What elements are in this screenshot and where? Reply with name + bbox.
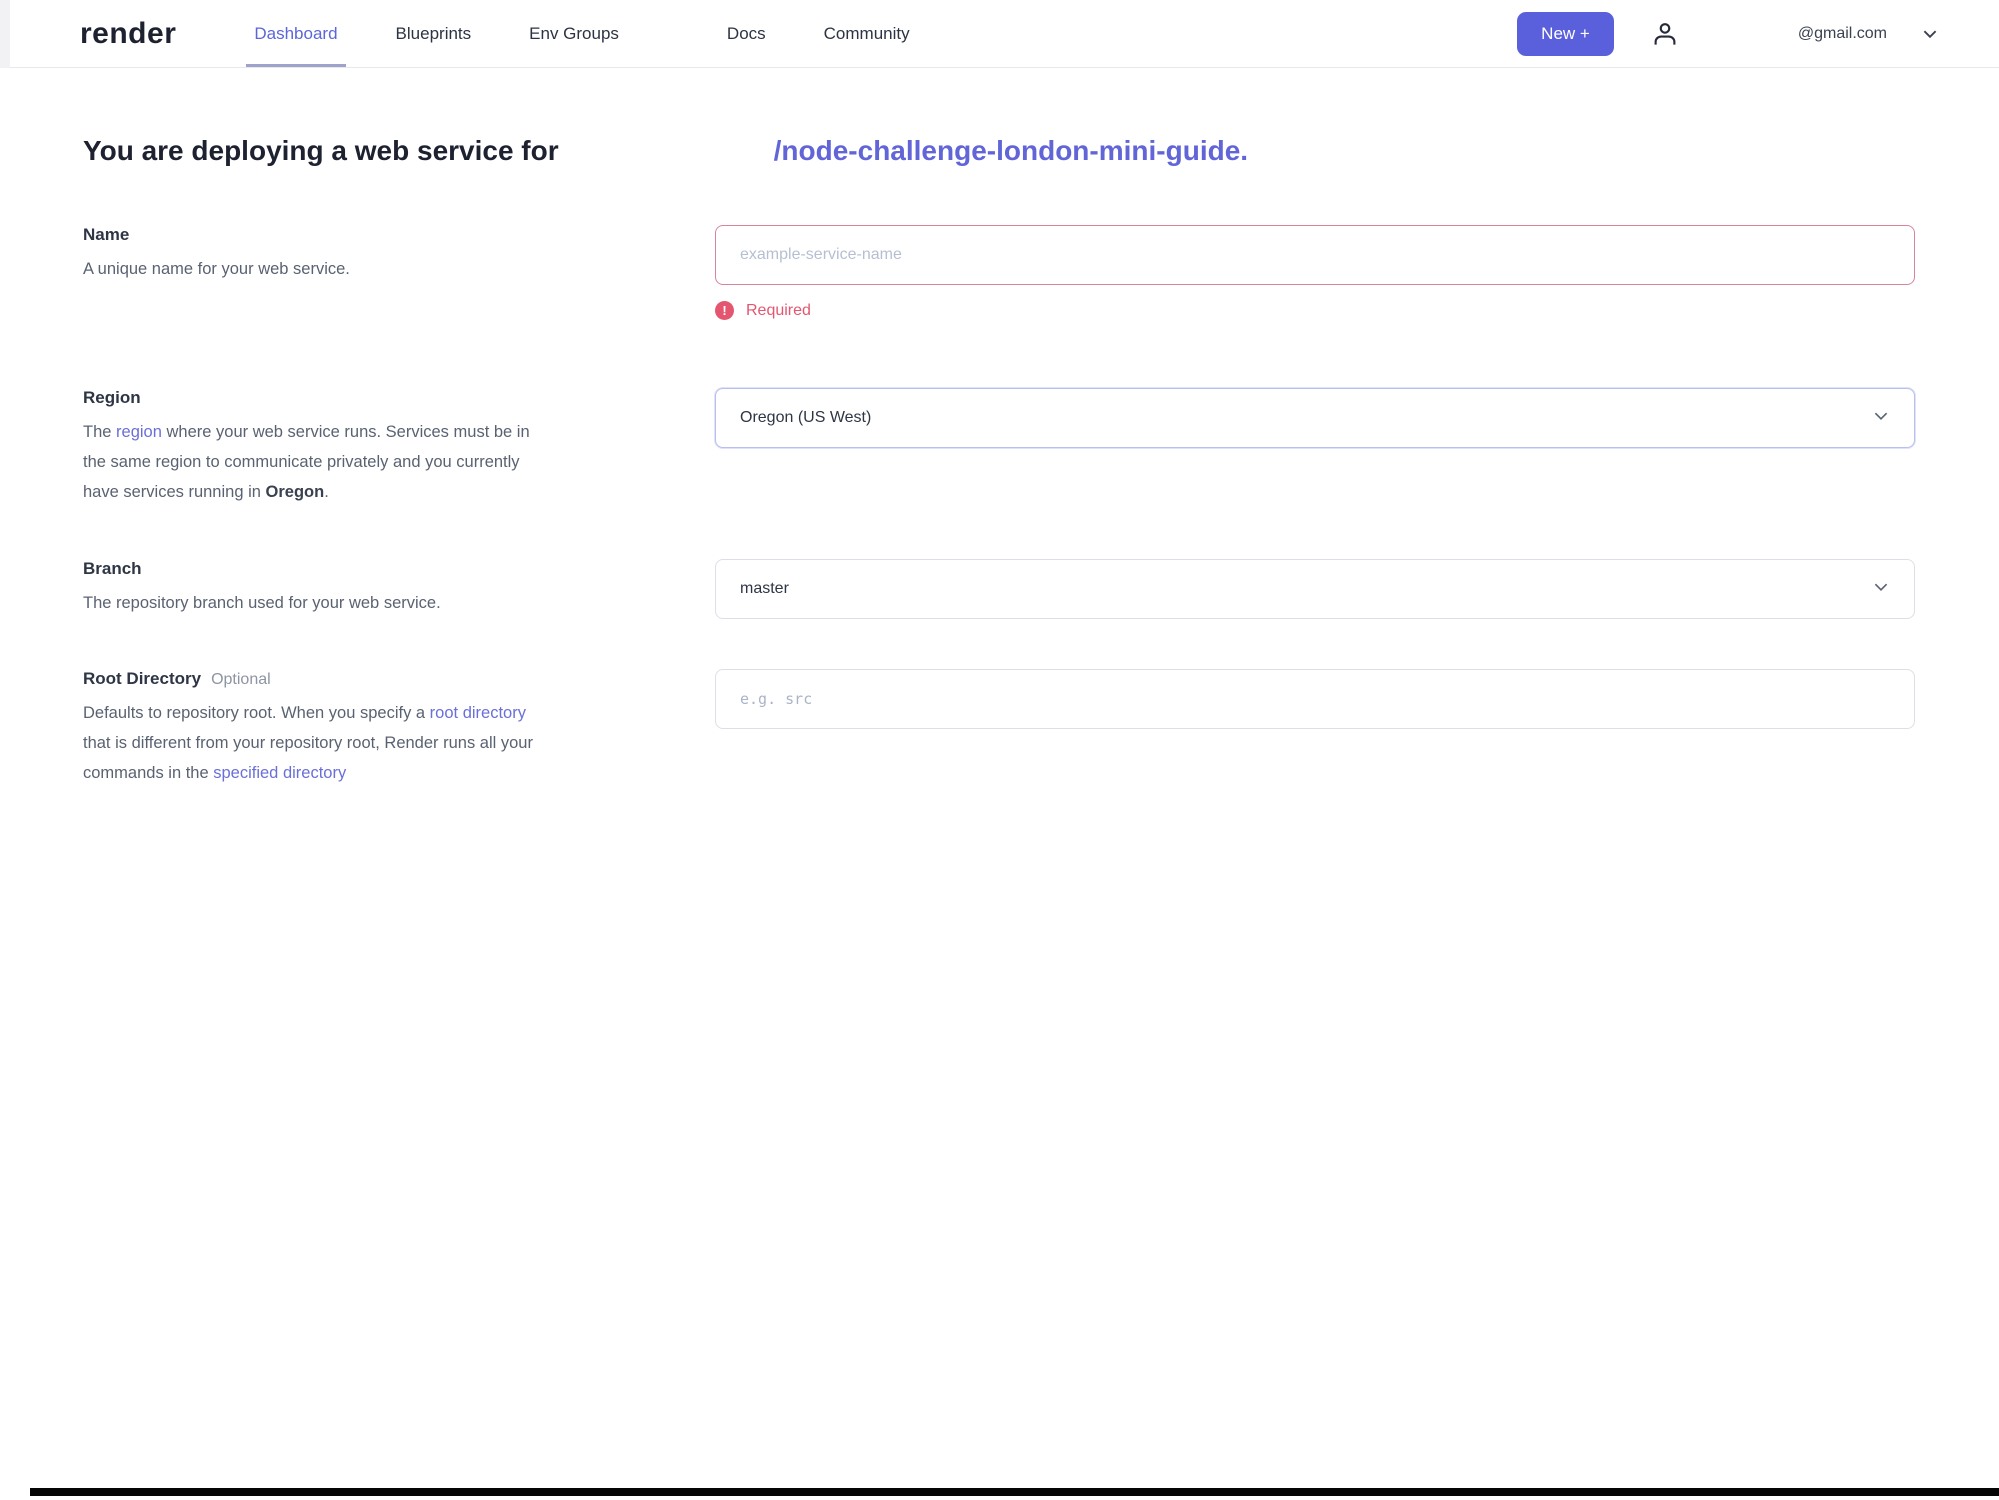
redacted-username [559, 130, 774, 160]
nav-item-label: Community [823, 23, 910, 43]
region-selected-value: Oregon (US West) [740, 409, 872, 426]
root-directory-field-column [715, 669, 1915, 788]
root-desc-text: Defaults to repository root. When you sp… [83, 704, 430, 722]
region-description: The region where your web service runs. … [83, 417, 553, 507]
branch-description: The repository branch used for your web … [83, 594, 441, 612]
user-account-icon-button[interactable] [1650, 19, 1680, 49]
region-desc-oregon: Oregon [265, 483, 325, 501]
new-button[interactable]: New + [1517, 11, 1614, 56]
branch-label-column: Branch The repository branch used for yo… [83, 559, 715, 619]
name-error-text: Required [746, 301, 811, 319]
bottom-screen-edge-bar [30, 1488, 1999, 1496]
name-error-row: ! Required [715, 301, 1915, 320]
region-desc-text: The [83, 423, 117, 441]
person-icon [1654, 22, 1676, 45]
name-label-column: Name A unique name for your web service. [83, 225, 715, 320]
form-row-region: Region The region where your web service… [83, 388, 1916, 507]
deploy-form: Name A unique name for your web service.… [83, 225, 1916, 788]
form-row-branch: Branch The repository branch used for yo… [83, 559, 1916, 619]
account-email: @gmail.com [1797, 24, 1887, 42]
region-label-column: Region The region where your web service… [83, 388, 715, 507]
branch-select[interactable]: master [715, 559, 1915, 619]
nav-item-env-groups[interactable]: Env Groups [529, 0, 619, 67]
root-directory-description: Defaults to repository root. When you sp… [83, 698, 553, 788]
account-menu[interactable]: @gmail.com [1798, 25, 1939, 43]
nav-item-label: Docs [726, 23, 766, 43]
deploy-web-service-page: You are deploying a web service for /nod… [0, 130, 1999, 788]
page-title-prefix: You are deploying a web service for [83, 135, 559, 166]
repo-name-link[interactable]: /node-challenge-london-mini-guide. [774, 135, 1248, 167]
branch-selected-value: master [740, 580, 789, 597]
root-directory-label-column: Root Directory Optional Defaults to repo… [83, 669, 715, 788]
chevron-down-icon [1872, 578, 1890, 601]
main-nav: Dashboard Blueprints Env Groups Docs Com… [246, 0, 967, 67]
branch-label: Branch [83, 559, 142, 578]
top-navigation-bar: render Dashboard Blueprints Env Groups D… [0, 0, 1999, 68]
nav-item-docs[interactable]: Docs [727, 0, 766, 67]
service-name-input[interactable] [715, 225, 1915, 285]
region-select[interactable]: Oregon (US West) [715, 388, 1915, 448]
page-title: You are deploying a web service for /nod… [83, 130, 1916, 167]
name-field-column: ! Required [715, 225, 1915, 320]
nav-item-blueprints[interactable]: Blueprints [396, 0, 472, 67]
region-field-column: Oregon (US West) [715, 388, 1915, 507]
nav-item-label: Dashboard [254, 23, 338, 43]
root-directory-input[interactable] [715, 669, 1915, 729]
render-logo[interactable]: render [80, 17, 176, 51]
region-desc-link[interactable]: region [116, 423, 162, 441]
nav-item-label: Env Groups [529, 23, 619, 43]
form-row-root-directory: Root Directory Optional Defaults to repo… [83, 669, 1916, 788]
root-directory-label-text: Root Directory [83, 669, 202, 688]
branch-field-column: master [715, 559, 1915, 619]
root-directory-label: Root Directory Optional [83, 669, 655, 689]
name-label: Name [83, 225, 130, 244]
root-directory-doc-link[interactable]: root directory [430, 704, 526, 722]
chevron-down-icon [1921, 25, 1939, 43]
specified-directory-doc-link[interactable]: specified directory [213, 764, 346, 782]
form-row-name: Name A unique name for your web service.… [83, 225, 1916, 320]
name-description: A unique name for your web service. [83, 260, 350, 278]
chevron-down-icon [1872, 407, 1890, 430]
nav-item-dashboard[interactable]: Dashboard [246, 0, 346, 67]
optional-tag: Optional [211, 671, 271, 688]
error-exclamation-icon: ! [715, 301, 734, 320]
header-left-edge [0, 0, 10, 68]
nav-item-label: Blueprints [395, 23, 472, 43]
region-desc-text: . [324, 483, 329, 501]
nav-item-community[interactable]: Community [824, 0, 910, 67]
region-label: Region [83, 388, 141, 407]
header-right-group: New + @gmail.com [1517, 11, 1939, 56]
